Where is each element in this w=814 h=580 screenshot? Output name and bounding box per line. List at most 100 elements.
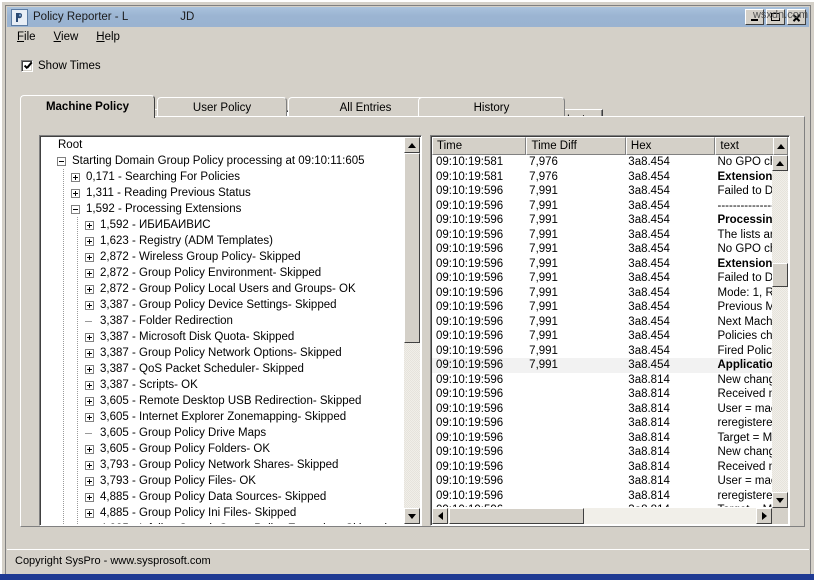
tab-user-policy[interactable]: User Policy <box>157 97 287 117</box>
tree-node[interactable]: 3,605 - Internet Explorer Zonemapping- S… <box>41 409 406 425</box>
tree-node[interactable]: 3,387 - Microsoft Disk Quota- Skipped <box>41 329 406 345</box>
table-row[interactable]: 09:10:19:5967,9913a8.454Fired Policy <box>432 344 772 359</box>
tree-expand-icon[interactable] <box>71 173 80 182</box>
menu-item-help[interactable]: Help <box>96 31 120 43</box>
list-scroll-down-button[interactable] <box>772 492 788 508</box>
title-bar[interactable]: Policy Reporter - L JD <box>7 7 809 27</box>
tree-node[interactable]: 4,885 - Group Policy Data Sources- Skipp… <box>41 489 406 505</box>
tree-expand-icon[interactable] <box>85 285 94 294</box>
table-row[interactable]: 09:10:19:5967,9913a8.454Previous Ma <box>432 300 772 315</box>
tree-node[interactable]: 1,592 - ИБИБАИВИС <box>41 217 406 233</box>
tree-node[interactable]: 3,793 - Group Policy Files- OK <box>41 473 406 489</box>
tree-node[interactable]: 3,793 - Group Policy Network Shares- Ski… <box>41 457 406 473</box>
sort-indicator-button[interactable] <box>773 137 788 155</box>
table-row[interactable]: 09:10:19:5967,9913a8.454Failed to Del <box>432 184 772 199</box>
tree-node[interactable]: 2,872 - Wireless Group Policy- Skipped <box>41 249 406 265</box>
table-row[interactable]: 09:10:19:5967,9913a8.454Extension <box>432 257 772 272</box>
tree-node[interactable]: 1,311 - Reading Previous Status <box>41 185 406 201</box>
table-row[interactable]: 09:10:19:5967,9913a8.454Policies cha <box>432 329 772 344</box>
tree-node[interactable]: 2,872 - Group Policy Local Users and Gro… <box>41 281 406 297</box>
tree-scroll-up-button[interactable] <box>404 137 420 153</box>
tree-expand-icon[interactable] <box>85 445 94 454</box>
list-hscroll-thumb[interactable] <box>449 508 584 524</box>
table-row[interactable]: 09:10:19:5963a8.814User = mach <box>432 474 772 489</box>
table-row[interactable]: 09:10:19:5817,9763a8.454Extension <box>432 170 772 185</box>
tree-expand-icon[interactable] <box>85 493 94 502</box>
list-scroll-thumb[interactable] <box>772 263 788 287</box>
tree-expand-icon[interactable] <box>85 253 94 262</box>
tree-node[interactable]: 4,885 - Group Policy Ini Files- Skipped <box>41 505 406 521</box>
table-row[interactable]: 09:10:19:5963a8.814Received nc <box>432 460 772 475</box>
table-row[interactable]: 09:10:19:5967,9913a8.454No GPO cha <box>432 242 772 257</box>
tree-expand-icon[interactable] <box>85 333 94 342</box>
column-header-hex[interactable]: Hex <box>626 137 716 155</box>
tree-node[interactable]: 3,605 - Remote Desktop USB Redirection- … <box>41 393 406 409</box>
list-scroll-up-button[interactable] <box>772 155 788 171</box>
table-row[interactable]: 09:10:19:5963a8.814Target = Ma <box>432 503 772 507</box>
table-row[interactable]: 09:10:19:5967,9913a8.454The lists are <box>432 228 772 243</box>
tree-node[interactable]: 3,387 - Folder Redirection <box>41 313 406 329</box>
tree-collapse-icon[interactable] <box>71 205 80 214</box>
tree-expand-icon[interactable] <box>85 477 94 486</box>
tree-expand-icon[interactable] <box>85 237 94 246</box>
list-scroll-track[interactable] <box>772 171 788 492</box>
tree-node[interactable]: 1,592 - Processing Extensions <box>41 201 406 217</box>
column-header-time[interactable]: Time <box>432 137 526 155</box>
table-row[interactable]: 09:10:19:5963a8.814User = mach <box>432 402 772 417</box>
list-scroll-right-button[interactable] <box>756 508 772 524</box>
table-row[interactable]: 09:10:19:5967,9913a8.454---------------- <box>432 199 772 214</box>
tree-expand-icon[interactable] <box>85 397 94 406</box>
list-scroll-left-button[interactable] <box>432 508 448 524</box>
table-row[interactable]: 09:10:19:5967,9913a8.454Failed to Del <box>432 271 772 286</box>
menu-item-file[interactable]: File <box>17 31 36 43</box>
tree-node[interactable]: 0,171 - Searching For Policies <box>41 169 406 185</box>
tree-node[interactable]: 3,387 - Group Policy Network Options- Sk… <box>41 345 406 361</box>
tree-node[interactable]: 1,623 - Registry (ADM Templates) <box>41 233 406 249</box>
table-row[interactable]: 09:10:19:5817,9763a8.454No GPO cha <box>432 155 772 170</box>
tree-expand-icon[interactable] <box>71 189 80 198</box>
table-row[interactable]: 09:10:19:5963a8.814reregistered. <box>432 489 772 504</box>
tree-expand-icon[interactable] <box>85 413 94 422</box>
policy-tree-view[interactable]: RootStarting Domain Group Policy process… <box>39 135 422 526</box>
table-row[interactable]: 09:10:19:5967,9913a8.454Application <box>432 358 772 373</box>
show-times-checkbox[interactable] <box>21 60 33 72</box>
table-row[interactable]: 09:10:19:5967,9913a8.454Processing <box>432 213 772 228</box>
table-row[interactable]: 09:10:19:5963a8.814Target = Ma <box>432 431 772 446</box>
tree-node[interactable]: 3,387 - QoS Packet Scheduler- Skipped <box>41 361 406 377</box>
list-vertical-scrollbar[interactable] <box>772 155 788 508</box>
tab-history[interactable]: History <box>418 97 565 117</box>
table-row[interactable]: 09:10:19:5967,9913a8.454Next Machir <box>432 315 772 330</box>
tree-expand-icon[interactable] <box>85 349 94 358</box>
tree-node[interactable]: Root <box>41 137 406 153</box>
tree-scroll-thumb[interactable] <box>404 153 420 343</box>
table-row[interactable]: 09:10:19:5963a8.814reregistered. <box>432 416 772 431</box>
tree-node[interactable]: 3,605 - Group Policy Drive Maps <box>41 425 406 441</box>
show-times-checkbox-wrap[interactable]: Show Times <box>21 60 101 72</box>
table-row[interactable]: 09:10:19:5963a8.814New change <box>432 445 772 460</box>
tree-expand-icon[interactable] <box>85 365 94 374</box>
tree-scroll-track[interactable] <box>404 153 420 508</box>
table-row[interactable]: 09:10:19:5963a8.814New change <box>432 373 772 388</box>
tree-vertical-scrollbar[interactable] <box>404 137 420 524</box>
tree-expand-icon[interactable] <box>85 509 94 518</box>
tree-collapse-icon[interactable] <box>57 157 66 166</box>
tree-scroll-down-button[interactable] <box>404 508 420 524</box>
tree-expand-icon[interactable] <box>85 221 94 230</box>
table-row[interactable]: 09:10:19:5967,9913a8.454Mode: 1, Re <box>432 286 772 301</box>
tab-machine-policy[interactable]: Machine Policy <box>20 95 155 118</box>
tree-node[interactable]: 3,387 - Group Policy Device Settings- Sk… <box>41 297 406 313</box>
tree-node[interactable]: 4,885 - Infoline Search Group Policy Ext… <box>41 521 406 524</box>
tree-node[interactable]: 3,605 - Group Policy Folders- OK <box>41 441 406 457</box>
list-horizontal-scrollbar[interactable] <box>432 508 772 524</box>
tree-expand-icon[interactable] <box>85 381 94 390</box>
tree-node[interactable]: 2,872 - Group Policy Environment- Skippe… <box>41 265 406 281</box>
menu-item-view[interactable]: View <box>54 31 79 43</box>
tree-node[interactable]: 3,387 - Scripts- OK <box>41 377 406 393</box>
entries-list-view[interactable]: Time Time Diff Hex text 09:10:19:5817,97… <box>430 135 790 526</box>
tree-expand-icon[interactable] <box>85 301 94 310</box>
tree-expand-icon[interactable] <box>85 269 94 278</box>
tree-node[interactable]: Starting Domain Group Policy processing … <box>41 153 406 169</box>
column-header-time-diff[interactable]: Time Diff <box>526 137 625 155</box>
tree-expand-icon[interactable] <box>85 461 94 470</box>
table-row[interactable]: 09:10:19:5963a8.814Received nc <box>432 387 772 402</box>
